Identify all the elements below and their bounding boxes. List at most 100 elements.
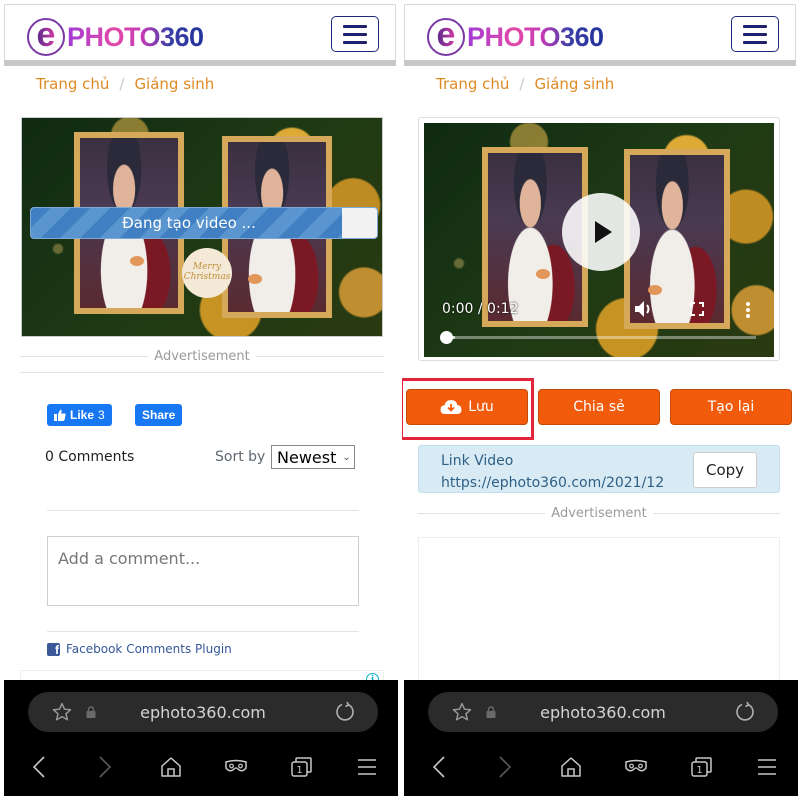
hamburger-icon-bar: [743, 40, 767, 44]
volume-icon[interactable]: [634, 300, 654, 318]
tabs-button[interactable]: 1: [689, 754, 715, 780]
mask-icon: [225, 759, 247, 772]
reload-icon[interactable]: [734, 701, 756, 723]
facebook-icon: f: [47, 642, 60, 656]
breadcrumb-separator: /: [119, 75, 125, 93]
seek-handle[interactable]: [440, 331, 453, 344]
hamburger-icon-bar: [343, 24, 367, 28]
video-url[interactable]: https://ephoto360.com/2021/12: [441, 475, 664, 491]
hamburger-icon-bar: [743, 24, 767, 28]
site-logo[interactable]: e PHOTO360: [427, 17, 604, 57]
chevron-left-icon: [32, 756, 45, 778]
divider-line: [20, 356, 149, 357]
save-button[interactable]: Lưu: [406, 389, 528, 425]
divider-line: [255, 356, 384, 357]
photo-right: [630, 155, 724, 323]
hamburger-icon-bar: [343, 32, 367, 36]
secret-mode-button[interactable]: [223, 754, 249, 780]
progress-label: Đang tạo video ...: [122, 214, 256, 232]
home-button[interactable]: [558, 754, 584, 780]
secret-mode-button[interactable]: [623, 754, 649, 780]
hamburger-icon-bar: [343, 40, 367, 44]
breadcrumb-home-link[interactable]: Trang chủ: [436, 75, 509, 93]
browser-menu-button[interactable]: [754, 754, 780, 780]
recreate-button[interactable]: Tạo lại: [670, 389, 792, 425]
chevron-down-icon: ⌄: [342, 451, 351, 463]
logo-text: PHOTO360: [67, 21, 204, 52]
chevron-right-icon: [499, 756, 512, 778]
video-link-box: Link Video https://ephoto360.com/2021/12…: [418, 445, 780, 493]
like-count: 3: [98, 408, 105, 422]
browser-nav-row: 1: [4, 746, 398, 786]
hamburger-icon-bar: [743, 32, 767, 36]
cloud-download-icon: [440, 400, 462, 414]
browser-toolbar: ephoto360.com 1: [404, 680, 798, 796]
site-logo[interactable]: e PHOTO360: [27, 17, 204, 57]
divider-line: [418, 513, 546, 514]
tabs-icon: 1: [291, 757, 312, 777]
chevron-left-icon: [432, 756, 445, 778]
merry-christmas-badge: Merry Christmas: [182, 248, 232, 298]
menu-toggle-button[interactable]: [331, 16, 379, 52]
video-player-card: 0:00 / 0:12: [418, 117, 780, 361]
teddy-bear-nose: [536, 269, 550, 279]
plugin-label: Facebook Comments Plugin: [66, 642, 232, 656]
teddy-bear-nose: [248, 274, 262, 284]
sort-select[interactable]: Newest ⌄: [271, 445, 355, 469]
play-button[interactable]: [562, 193, 640, 271]
facebook-comments-plugin-link[interactable]: f Facebook Comments Plugin: [47, 642, 232, 656]
save-label: Lưu: [468, 399, 494, 415]
facebook-like-button[interactable]: Like 3: [47, 404, 112, 426]
browser-nav-row: 1: [404, 746, 798, 786]
copy-button[interactable]: Copy: [693, 452, 757, 488]
sort-value: Newest: [277, 447, 337, 467]
logo-e-letter: e: [436, 16, 456, 54]
address-bar[interactable]: ephoto360.com: [428, 692, 778, 732]
right-phone-screen: e PHOTO360 Trang chủ / Giáng sinh 0:00 /…: [402, 0, 798, 798]
breadcrumb: Trang chủ / Giáng sinh: [36, 75, 214, 93]
breadcrumb-home-link[interactable]: Trang chủ: [36, 75, 109, 93]
tabs-button[interactable]: 1: [289, 754, 315, 780]
home-icon: [161, 757, 181, 777]
menu-toggle-button[interactable]: [731, 16, 779, 52]
comments-count: 0 Comments: [45, 449, 135, 465]
forward-button[interactable]: [92, 754, 118, 780]
address-bar[interactable]: ephoto360.com: [28, 692, 378, 732]
play-icon: [595, 221, 612, 243]
ad-container: [418, 537, 780, 687]
share-label: Chia sẻ: [573, 399, 625, 415]
breadcrumb-current-link[interactable]: Giáng sinh: [534, 75, 614, 93]
breadcrumb-current-link[interactable]: Giáng sinh: [134, 75, 214, 93]
facebook-share-button[interactable]: Share: [135, 404, 183, 426]
advertisement-divider: Advertisement: [20, 349, 384, 364]
forward-button[interactable]: [492, 754, 518, 780]
video-player[interactable]: 0:00 / 0:12: [424, 123, 774, 357]
tab-count: 1: [296, 765, 302, 776]
tabs-icon: 1: [691, 757, 712, 777]
browser-toolbar: ephoto360.com 1: [4, 680, 398, 796]
more-options-icon[interactable]: [745, 301, 751, 319]
logo-e-mark: e: [27, 18, 65, 56]
url-text: ephoto360.com: [140, 702, 266, 722]
share-label: Share: [142, 408, 176, 422]
comment-input[interactable]: Add a comment...: [47, 536, 359, 606]
fullscreen-icon[interactable]: [690, 302, 704, 316]
reload-icon[interactable]: [334, 701, 356, 723]
tab-count: 1: [696, 765, 702, 776]
back-button[interactable]: [26, 754, 52, 780]
browser-menu-button[interactable]: [354, 754, 380, 780]
home-icon: [561, 757, 581, 777]
site-header: e PHOTO360: [404, 4, 796, 62]
sort-by-label: Sort by: [215, 449, 266, 465]
teddy-bear-nose: [130, 256, 144, 266]
home-button[interactable]: [158, 754, 184, 780]
advertisement-label: Advertisement: [154, 349, 250, 364]
divider-line: [47, 631, 359, 632]
seek-bar[interactable]: [440, 331, 756, 344]
teddy-bear-nose: [648, 285, 662, 295]
share-button[interactable]: Chia sẻ: [538, 389, 660, 425]
left-phone-screen: e PHOTO360 Trang chủ / Giáng sinh Merry …: [2, 0, 398, 798]
back-button[interactable]: [426, 754, 452, 780]
breadcrumb: Trang chủ / Giáng sinh: [436, 75, 614, 93]
header-divider: [4, 60, 396, 66]
